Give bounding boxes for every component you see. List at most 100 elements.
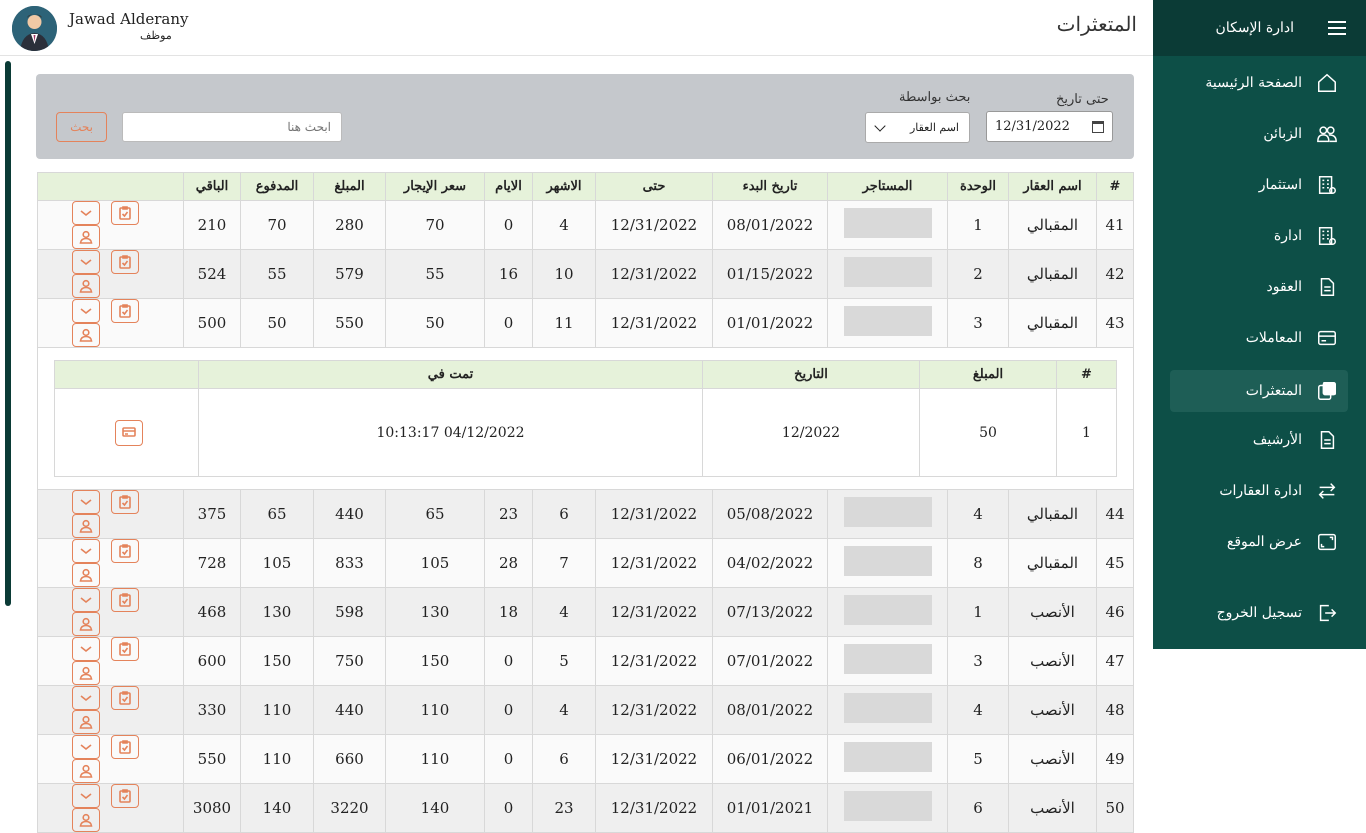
calendar-icon[interactable] [1092, 120, 1104, 133]
expand-button[interactable] [72, 299, 100, 323]
sidebar-item-transactions[interactable]: المعاملات [1170, 317, 1348, 359]
expand-button[interactable] [72, 784, 100, 808]
until-date-field[interactable]: 12/31/2022 [986, 111, 1113, 142]
expand-button[interactable] [72, 735, 100, 759]
clipboard-check-icon [118, 691, 131, 705]
table-row[interactable]: 43 المقبالي 3 01/01/2022 12/31/2022 11 0… [37, 298, 1134, 348]
expand-button[interactable] [72, 201, 100, 225]
cell-days: 28 [484, 538, 533, 588]
tenant-button[interactable] [72, 225, 100, 249]
tenant-button[interactable] [72, 808, 100, 832]
clipboard-button[interactable] [110, 490, 139, 514]
column-header[interactable]: حتى [595, 172, 713, 201]
cell-unit: 4 [947, 685, 1009, 735]
clipboard-button[interactable] [110, 784, 139, 808]
menu-icon[interactable] [1328, 21, 1346, 35]
sidebar-item-logout[interactable]: تسجيل الخروج [1170, 592, 1348, 634]
payment-card-button[interactable] [115, 419, 143, 446]
clipboard-button[interactable] [110, 539, 139, 563]
tenant-button[interactable] [72, 612, 100, 636]
cell-start-date: 07/13/2022 [712, 587, 828, 637]
sidebar-item-defaulters[interactable]: المتعثرات [1170, 370, 1348, 412]
table-row[interactable]: 48 الأنصب 4 08/01/2022 12/31/2022 4 0 11… [37, 685, 1134, 735]
sidebar-item-home[interactable]: الصفحة الرئيسية [1170, 62, 1348, 104]
column-header [54, 360, 199, 389]
column-header: المبلغ [919, 360, 1057, 389]
sidebar-item-label: المتعثرات [1245, 383, 1302, 399]
avatar[interactable] [12, 6, 57, 51]
clipboard-button[interactable] [110, 588, 139, 612]
search-button[interactable]: بحث [56, 112, 107, 142]
column-header[interactable]: الوحدة [947, 172, 1009, 201]
clipboard-button[interactable] [110, 637, 139, 661]
sidebar-item-view-site[interactable]: عرض الموقع [1170, 521, 1348, 563]
table-row[interactable]: 49 الأنصب 5 06/01/2022 12/31/2022 6 0 11… [37, 734, 1134, 784]
search-by-value: اسم العقار [909, 121, 959, 134]
cell-until: 12/31/2022 [595, 298, 713, 348]
cell-property: المقبالي [1008, 538, 1097, 588]
cell-amount: 660 [313, 734, 386, 784]
table-row[interactable]: 44 المقبالي 4 05/08/2022 12/31/2022 6 23… [37, 489, 1134, 539]
tenant-button[interactable] [72, 710, 100, 734]
clipboard-button[interactable] [110, 201, 139, 225]
expand-button[interactable] [72, 490, 100, 514]
column-header[interactable]: المبلغ [313, 172, 386, 201]
expand-button[interactable] [72, 588, 100, 612]
cell-days: 18 [484, 587, 533, 637]
sidebar-item-properties[interactable]: ادارة العقارات [1170, 470, 1348, 512]
sidebar-item-investment[interactable]: استثمار [1170, 164, 1348, 206]
cell-amount: 550 [313, 298, 386, 348]
sidebar-item-archive[interactable]: الأرشيف [1170, 419, 1348, 461]
user-icon [79, 617, 93, 631]
cell-paid: 110 [240, 734, 314, 784]
expand-button[interactable] [72, 686, 100, 710]
column-header[interactable]: الاشهر [532, 172, 596, 201]
table-row[interactable]: 50 الأنصب 6 01/01/2021 12/31/2022 23 0 1… [37, 783, 1134, 833]
user-role: موظف [140, 29, 172, 42]
tenant-button[interactable] [72, 759, 100, 783]
clipboard-check-icon [118, 642, 131, 656]
copy-icon [1318, 382, 1336, 400]
expand-button[interactable] [72, 539, 100, 563]
search-input[interactable] [122, 112, 342, 142]
cell-remaining: 524 [183, 249, 241, 299]
column-header[interactable]: المستاجر [827, 172, 948, 201]
column-header[interactable]: المدفوع [240, 172, 314, 201]
cell-remaining: 3080 [183, 783, 241, 833]
sidebar-item-contracts[interactable]: العقود [1170, 266, 1348, 308]
clipboard-button[interactable] [110, 686, 139, 710]
expand-button[interactable] [72, 250, 100, 274]
tenant-button[interactable] [72, 661, 100, 685]
clipboard-button[interactable] [110, 735, 139, 759]
expand-button[interactable] [72, 637, 100, 661]
tenant-button[interactable] [72, 323, 100, 347]
cell-property: الأنصب [1008, 783, 1097, 833]
cell-days: 0 [484, 783, 533, 833]
cell-amount: 598 [313, 587, 386, 637]
user-name: Jawad Alderany [69, 10, 189, 28]
column-header[interactable]: الايام [484, 172, 533, 201]
cell-number: 49 [1096, 734, 1134, 784]
tenant-button[interactable] [72, 514, 100, 538]
clipboard-button[interactable] [110, 299, 139, 323]
column-header[interactable]: تاريخ البدء [712, 172, 828, 201]
sidebar-item-customers[interactable]: الزبائن [1170, 113, 1348, 155]
table-row[interactable]: 47 الأنصب 3 07/01/2022 12/31/2022 5 0 15… [37, 636, 1134, 686]
column-header[interactable]: # [1096, 172, 1134, 201]
cell-months: 4 [532, 587, 596, 637]
table-row[interactable]: 46 الأنصب 1 07/13/2022 12/31/2022 4 18 1… [37, 587, 1134, 637]
column-header[interactable]: الباقي [183, 172, 241, 201]
clipboard-check-icon [118, 495, 131, 509]
table-row[interactable]: 42 المقبالي 2 01/15/2022 12/31/2022 10 1… [37, 249, 1134, 299]
sidebar-item-management[interactable]: ادارة [1170, 215, 1348, 257]
table-row[interactable]: 45 المقبالي 8 04/02/2022 12/31/2022 7 28… [37, 538, 1134, 588]
column-header[interactable]: اسم العقار [1008, 172, 1097, 201]
scrollbar[interactable] [5, 61, 11, 606]
tenant-button[interactable] [72, 274, 100, 298]
search-by-select[interactable]: اسم العقار [865, 112, 970, 143]
clipboard-button[interactable] [110, 250, 139, 274]
column-header[interactable]: سعر الإيجار [385, 172, 485, 201]
table-row[interactable]: 41 المقبالي 1 08/01/2022 12/31/2022 4 0 … [37, 200, 1134, 250]
tenant-button[interactable] [72, 563, 100, 587]
cell-actions [37, 636, 184, 686]
